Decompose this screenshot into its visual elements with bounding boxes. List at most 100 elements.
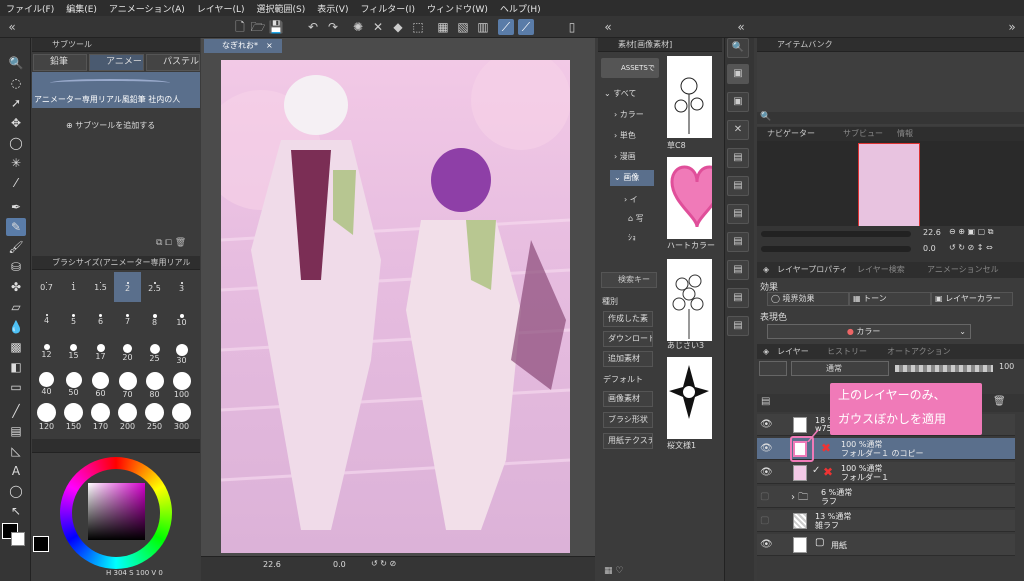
snap-ruler-icon[interactable]: ⟋	[498, 19, 514, 35]
tab-layer[interactable]: レイヤー	[777, 344, 809, 359]
new-file-icon[interactable]: 🗋	[232, 19, 248, 35]
menu-file[interactable]: ファイル(F)	[0, 2, 60, 15]
blend-mode-select[interactable]: 通常	[791, 361, 889, 376]
main-color-swatch[interactable]	[33, 536, 49, 552]
tab-subview[interactable]: サブビュー	[843, 127, 883, 141]
add-subtool-button[interactable]: ⊕ サブツールを追加する	[66, 120, 155, 131]
text-tool-icon[interactable]: A	[6, 462, 26, 480]
heart-icon[interactable]: ♡	[615, 566, 623, 576]
tree-item-mono[interactable]: › 単色	[614, 130, 636, 141]
tag-paper-texture[interactable]: 用紙テクスチ	[603, 433, 653, 449]
tab-animation-cell[interactable]: アニメーションセル	[927, 262, 999, 278]
rotate-buttons-icon[interactable]: ↺ ↻ ⊘ ↕ ⇔	[949, 243, 993, 252]
tab-history[interactable]: ヒストリー	[827, 344, 867, 359]
tag-brush-shape[interactable]: ブラシ形状	[603, 412, 653, 428]
panel-icon[interactable]: ▤	[727, 288, 749, 308]
tag-downloaded[interactable]: ダウンロード	[603, 331, 653, 347]
layer-panel-icon[interactable]: ▣	[727, 64, 749, 84]
zoom-value[interactable]: 22.6	[263, 560, 281, 569]
brush-size-cell[interactable]: 0.7	[33, 272, 60, 302]
zoom-buttons-icon[interactable]: ⊖ ⊕ ▣ ▢ ⧉	[949, 227, 993, 237]
zoom-tool-icon[interactable]: 🔍	[6, 54, 26, 72]
navigator-preview[interactable]	[858, 143, 920, 227]
artwork-canvas[interactable]	[221, 60, 570, 553]
layer-color-button[interactable]: ▣ レイヤーカラー	[931, 292, 1013, 306]
layer-row[interactable]: ▢ › 🗀 6 %通常 ラフ	[757, 486, 1015, 508]
open-folder-icon[interactable]: 🗁	[250, 19, 266, 35]
eye-icon[interactable]: 👁	[760, 539, 773, 550]
brush-size-cell[interactable]: 6	[87, 308, 114, 334]
material-thumb[interactable]	[667, 56, 712, 138]
layer-row[interactable]: ▢ 13 %通常 雑ラフ	[757, 510, 1015, 532]
brush-size-cell[interactable]: 80	[141, 370, 168, 400]
line-tool-icon[interactable]: ╱	[6, 402, 26, 420]
menu-view[interactable]: 表示(V)	[311, 2, 354, 15]
object-tool-icon[interactable]: ➚	[6, 94, 26, 112]
tree-item-image[interactable]: ⌄ 画像	[610, 170, 654, 186]
trash-icon[interactable]: 🗑	[993, 396, 1006, 407]
brush-size-cell[interactable]: 12	[33, 340, 60, 368]
blend-tool-icon[interactable]: 💧	[6, 318, 26, 336]
menu-help[interactable]: ヘルプ(H)	[494, 2, 547, 15]
panel-icon[interactable]: ▤	[727, 204, 749, 224]
brush-size-cell[interactable]: 40	[33, 370, 60, 400]
brush-size-cell[interactable]: 1	[60, 272, 87, 302]
item-bank-search[interactable]: 🔍	[757, 112, 1024, 124]
copy-icon[interactable]: ⧉	[156, 238, 165, 248]
subtool-tab-pastel[interactable]: パステル	[146, 54, 200, 71]
eraser-tool-icon[interactable]: ▱	[6, 298, 26, 316]
material-thumb[interactable]	[667, 357, 712, 439]
eye-hidden-icon[interactable]: ▢	[760, 515, 769, 526]
expression-color-select[interactable]: ● カラー ⌄	[767, 324, 971, 339]
menu-filter[interactable]: フィルター(I)	[354, 2, 421, 15]
material-thumb[interactable]	[667, 157, 724, 239]
brush-size-cell[interactable]: 1.5	[87, 272, 114, 302]
mask-disabled-icon[interactable]: ✖	[823, 465, 833, 479]
menu-animation[interactable]: アニメーション(A)	[103, 2, 191, 15]
move-tool-icon[interactable]: ✥	[6, 114, 26, 132]
tag-default[interactable]: デフォルト	[603, 374, 643, 385]
panel-icon[interactable]: ▣	[727, 92, 749, 112]
opacity-slider[interactable]	[895, 365, 993, 372]
material-thumb[interactable]	[667, 259, 712, 341]
opacity-value[interactable]: 100	[999, 362, 1014, 371]
airbrush-tool-icon[interactable]: ⛁	[6, 258, 26, 276]
menu-selection[interactable]: 選択範囲(S)	[251, 2, 312, 15]
brush-size-cell[interactable]: 3	[168, 272, 195, 302]
tag-added[interactable]: 追加素材	[603, 351, 653, 367]
canvas-tab[interactable]: なぎれお* ×	[204, 39, 282, 53]
subtool-tab-animator[interactable]: アニメー	[89, 54, 144, 71]
brush-size-cell[interactable]: 200	[114, 402, 141, 432]
palette-color-select[interactable]	[759, 361, 787, 376]
tab-navigator[interactable]: ナビゲーター	[767, 127, 815, 141]
tree-item-photo[interactable]: ⌂ 写	[628, 213, 644, 224]
tone-button[interactable]: ▦ トーン	[849, 292, 931, 306]
zoom-slider[interactable]	[761, 231, 911, 237]
brush-size-cell[interactable]: 25	[141, 340, 168, 368]
eye-hidden-icon[interactable]: ▢	[760, 491, 769, 502]
brush-size-cell[interactable]: 20	[114, 340, 141, 368]
tab-auto-action[interactable]: オートアクション	[887, 344, 951, 359]
brush-size-cell[interactable]: 250	[141, 402, 168, 432]
tree-item-illust[interactable]: › イ	[624, 194, 638, 205]
tree-item-all[interactable]: ⌄ すべて	[604, 88, 636, 99]
operation-tool-icon[interactable]: ◌	[6, 74, 26, 92]
frame-tool-icon[interactable]: ▤	[6, 422, 26, 440]
saturation-value-square[interactable]	[88, 483, 145, 540]
menu-edit[interactable]: 編集(E)	[60, 2, 103, 15]
pencil-tool-icon[interactable]: ✎	[6, 218, 26, 236]
duplicate-icon[interactable]: ⧠	[165, 238, 174, 248]
save-icon[interactable]: 💾	[268, 19, 284, 35]
grid-view-icon[interactable]: ▦	[604, 566, 613, 576]
brush-tool-icon[interactable]: 🖌	[6, 238, 26, 256]
brush-size-cell[interactable]: 5	[60, 308, 87, 334]
brush-size-cell[interactable]: 17	[87, 340, 114, 368]
layer-settings-icon[interactable]: ▤	[761, 396, 770, 407]
ruler-tool-icon[interactable]: ◺	[6, 442, 26, 460]
brush-size-cell[interactable]: 70	[114, 370, 141, 400]
panel-icon[interactable]: ▤	[727, 148, 749, 168]
panel-icon[interactable]: ▤	[727, 176, 749, 196]
decoration-tool-icon[interactable]: ✤	[6, 278, 26, 296]
figure-tool-icon[interactable]: ▭	[6, 378, 26, 396]
clear-icon[interactable]: ✕	[370, 19, 386, 35]
